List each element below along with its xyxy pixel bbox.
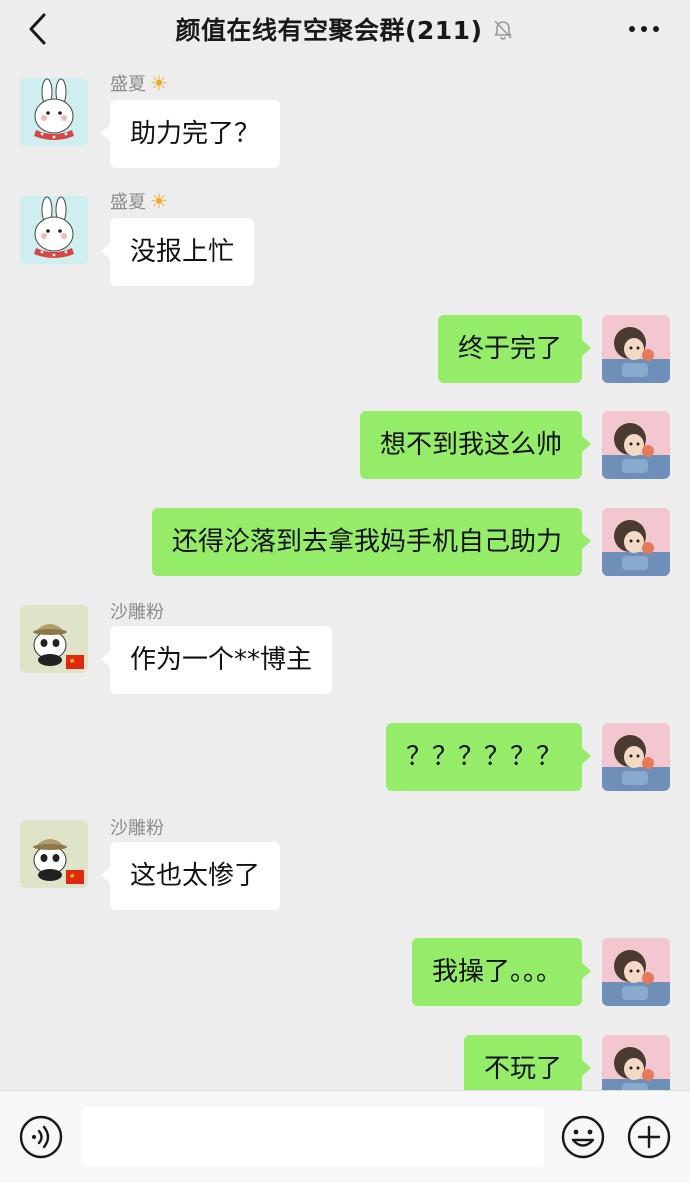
more-button[interactable]	[624, 14, 664, 44]
chat-header: 颜值在线有空聚会群(211)	[0, 0, 690, 58]
emoji-button[interactable]	[560, 1114, 606, 1160]
sender-name: 沙雕粉	[110, 814, 164, 840]
more-dot	[629, 26, 635, 32]
voice-button[interactable]	[18, 1114, 64, 1160]
message-bubble[interactable]: 没报上忙	[100, 218, 255, 286]
plus-icon	[627, 1115, 671, 1159]
message-bubble[interactable]: 终于完了	[437, 315, 592, 383]
bunny-avatar-icon	[20, 78, 88, 146]
sun-icon: ☀	[150, 189, 168, 213]
bunny-avatar-icon	[20, 196, 88, 264]
chevron-left-icon	[29, 13, 46, 45]
message-bubble[interactable]: 还得沦落到去拿我妈手机自己助力	[151, 508, 592, 576]
more-dot	[653, 26, 659, 32]
group-title: 颜值在线有空聚会群(211)	[175, 16, 483, 45]
avatar-shadiaofen[interactable]: ★	[20, 605, 88, 673]
sender-name: 沙雕粉	[110, 598, 164, 624]
sender-name-text: 盛夏	[110, 192, 146, 213]
voice-icon	[19, 1115, 63, 1159]
message-bubble[interactable]: 作为一个**博主	[100, 626, 333, 694]
anime-avatar-icon	[602, 508, 670, 576]
message-bubble[interactable]: 想不到我这么帅	[359, 411, 592, 479]
message-input[interactable]	[82, 1107, 544, 1167]
more-dot	[641, 26, 647, 32]
avatar-shengxia[interactable]	[20, 78, 88, 146]
anime-avatar-icon	[602, 938, 670, 1006]
anime-avatar-icon	[602, 1035, 670, 1090]
anime-avatar-icon	[602, 723, 670, 791]
avatar-self[interactable]	[602, 508, 670, 576]
message-bubble[interactable]: ？？？？？？	[385, 723, 592, 791]
message-bubble[interactable]: 助力完了？	[100, 100, 281, 168]
smiley-icon	[561, 1115, 605, 1159]
avatar-self[interactable]	[602, 938, 670, 1006]
sender-name: 盛夏 ☀	[110, 70, 168, 96]
more-actions-button[interactable]	[626, 1114, 672, 1160]
sender-name-text: 盛夏	[110, 74, 146, 95]
sender-name-text: 沙雕粉	[110, 602, 164, 623]
avatar-self[interactable]	[602, 411, 670, 479]
bell-off-icon	[493, 20, 512, 40]
message-bubble[interactable]: 不玩了	[463, 1035, 592, 1090]
sender-name: 盛夏 ☀	[110, 188, 168, 214]
chat-message-list[interactable]: 盛夏 ☀ 助力完了？ 盛夏 ☀ 没报上忙 终于完了 想不到我这么帅 还得沦落到去…	[0, 58, 690, 1090]
svg-text:★: ★	[69, 657, 75, 665]
panda-avatar-icon: ★	[20, 820, 88, 888]
anime-avatar-icon	[602, 411, 670, 479]
sun-icon: ☀	[150, 71, 168, 95]
back-button[interactable]	[18, 10, 58, 48]
avatar-self[interactable]	[602, 723, 670, 791]
avatar-self[interactable]	[602, 1035, 670, 1090]
sender-name-text: 沙雕粉	[110, 818, 164, 839]
svg-text:★: ★	[69, 872, 75, 880]
anime-avatar-icon	[602, 315, 670, 383]
avatar-shadiaofen[interactable]: ★	[20, 820, 88, 888]
input-bar	[0, 1090, 690, 1183]
avatar-shengxia[interactable]	[20, 196, 88, 264]
avatar-self[interactable]	[602, 315, 670, 383]
message-bubble[interactable]: 我操了。。。	[411, 938, 592, 1006]
title-wrap: 颜值在线有空聚会群(211)	[175, 11, 514, 47]
message-bubble[interactable]: 这也太惨了	[100, 842, 281, 910]
panda-avatar-icon: ★	[20, 605, 88, 673]
